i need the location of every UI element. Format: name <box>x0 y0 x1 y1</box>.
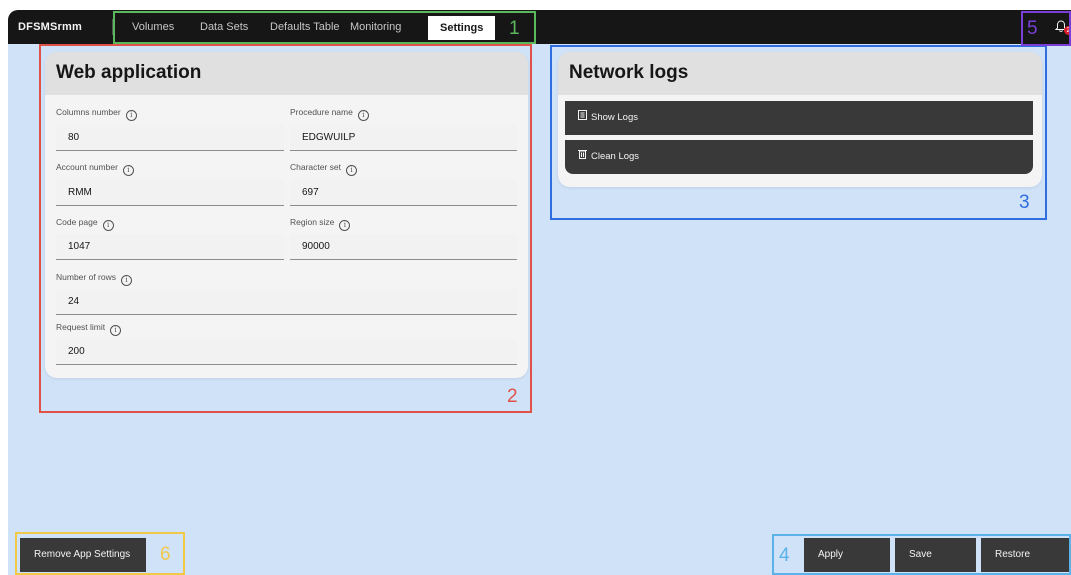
annotation-number-5: 5 <box>1027 18 1038 39</box>
annotation-number-6: 6 <box>160 544 171 565</box>
annotation-number-4: 4 <box>779 545 790 566</box>
annotation-box-1 <box>113 11 536 44</box>
annotation-number-3: 3 <box>1019 192 1030 213</box>
annotation-box-3 <box>550 45 1047 220</box>
annotation-number-2: 2 <box>507 386 518 407</box>
annotation-box-4 <box>772 534 1071 575</box>
annotation-box-2 <box>39 44 532 413</box>
app-title[interactable]: DFSMSrmm <box>18 10 82 44</box>
annotation-number-1: 1 <box>509 18 520 39</box>
